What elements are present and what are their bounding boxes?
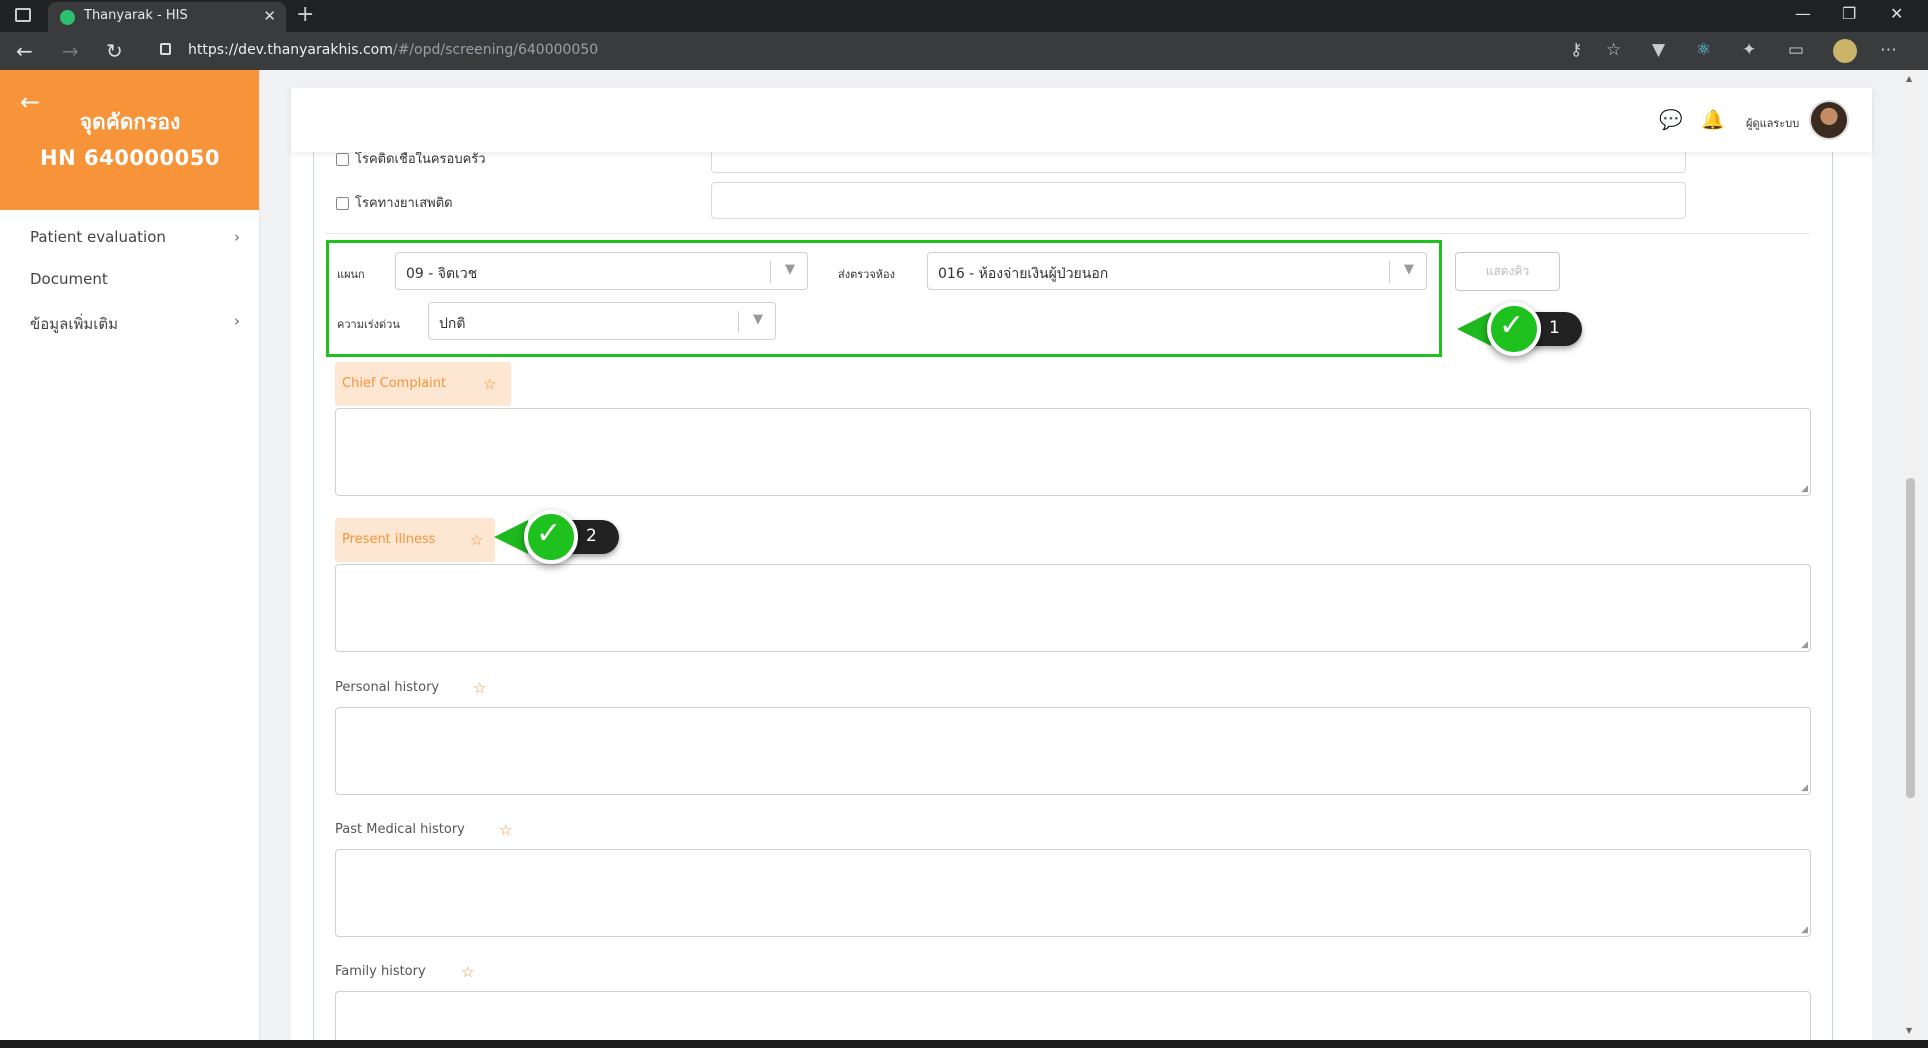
window-close-icon[interactable]: ✕ [1890,4,1903,23]
lock-icon [160,43,171,55]
user-name: ผู้ดูแลระบบ [1746,117,1800,130]
scroll-down-icon[interactable]: ▼ [1906,1026,1912,1035]
chevron-down-icon: ▼ [753,312,763,327]
checkbox-label: โรคติดเชื้อในครอบครัว [355,152,486,167]
department-value: 09 - จิตเวช [406,266,478,282]
url-text: https://dev.thanyarakhis.com/#/opd/scree… [188,42,599,58]
room-value: 016 - ห้องจ่ายเงินผู้ป่วยนอก [938,266,1109,282]
personal-history-label: Personal history ☆ [335,666,535,710]
profile-avatar[interactable] [1833,39,1857,63]
chevron-down-icon: ▼ [785,262,795,277]
resize-grip-icon[interactable]: ◢ [1801,484,1808,494]
past-medical-history-textarea[interactable]: ◢ [335,849,1811,937]
star-icon[interactable]: ☆ [483,362,496,406]
checkbox-label: โรคทางยาเสพติด [355,196,453,211]
scroll-up-icon[interactable]: ▲ [1906,74,1912,83]
new-tab-icon[interactable]: + [296,2,314,27]
department-label: แผนก [337,268,365,281]
extensions-icon[interactable]: ✦ [1742,40,1756,60]
forward-icon[interactable]: → [62,39,79,63]
step-callout-2: ✓ 2 [494,510,624,564]
collections-icon[interactable]: ▭ [1788,40,1804,60]
favorites-icon[interactable]: ☆ [1606,40,1621,60]
tab-title: Thanyarak - HIS [84,8,188,23]
os-taskbar [0,1040,1928,1048]
room-select[interactable]: 016 - ห้องจ่ายเงินผู้ป่วยนอก ▼ [927,252,1427,290]
chat-icon[interactable]: 💬 [1659,108,1683,131]
back-icon[interactable]: ← [16,39,33,63]
resize-grip-icon[interactable]: ◢ [1801,783,1808,793]
patient-hn: HN 640000050 [40,146,220,170]
star-icon[interactable]: ☆ [499,808,512,852]
family-history-label: Family history ☆ [335,950,535,994]
page-title: จุดคัดกรอง [79,110,181,134]
personal-history-textarea[interactable]: ◢ [335,707,1811,795]
sidebar-header: ← จุดคัดกรอง HN 640000050 [0,70,259,210]
sidebar-item-label: Patient evaluation [30,228,166,246]
react-devtools-icon[interactable]: ⚛ [1696,40,1711,60]
show-queue-button[interactable]: แสดงคิว [1455,252,1560,291]
callout-number: 2 [586,526,597,546]
checkbox[interactable] [336,197,349,210]
chevron-right-icon: › [234,228,240,246]
more-menu-icon[interactable]: ⋯ [1880,40,1897,60]
sidebar-item-additional-info[interactable]: ข้อมูลเพิ่มเติม › [30,312,240,336]
star-icon[interactable]: ☆ [470,518,483,562]
app-sidebar: ← จุดคัดกรอง HN 640000050 Patient evalua… [0,70,260,1040]
scrollbar-thumb[interactable] [1906,478,1915,798]
checkbox[interactable] [336,153,349,166]
family-history-textarea[interactable] [335,991,1811,1040]
browser-tab[interactable]: Thanyarak - HIS ✕ [48,2,286,32]
urgency-select[interactable]: ปกติ ▼ [428,302,776,340]
urgency-value: ปกติ [439,316,466,332]
sidebar-item-label: Document [30,270,108,288]
present-illness-textarea[interactable]: ◢ [335,564,1811,652]
star-icon[interactable]: ☆ [473,666,486,710]
tab-close-icon[interactable]: ✕ [263,7,276,25]
extension-v-icon[interactable]: ▼ [1652,40,1665,60]
chevron-down-icon: ▼ [1404,262,1414,277]
past-medical-history-label: Past Medical history ☆ [335,808,555,852]
resize-grip-icon[interactable]: ◢ [1801,640,1808,650]
site-favicon-icon [60,10,75,25]
sidebar-toggle-icon[interactable] [15,8,31,22]
chief-complaint-textarea[interactable]: ◢ [335,408,1811,496]
callout-number: 1 [1549,318,1560,338]
sidebar-item-label: ข้อมูลเพิ่มเติม [30,315,119,333]
window-minimize-icon[interactable]: — [1795,4,1811,23]
url-field[interactable]: https://dev.thanyarakhis.com/#/opd/scree… [150,37,1640,65]
window-restore-icon[interactable]: ❐ [1842,4,1856,23]
present-illness-label: Present illness ☆ [335,518,495,562]
drug-disease-input[interactable] [711,182,1686,219]
step-callout-1: ✓ 1 [1457,302,1587,356]
sidebar-item-document[interactable]: Document [30,270,240,288]
sidebar-item-patient-evaluation[interactable]: Patient evaluation › [30,228,240,246]
avatar[interactable] [1809,100,1849,140]
divider [325,233,1810,234]
bell-icon[interactable]: 🔔 [1701,108,1725,131]
page-scrollbar[interactable]: ▲ ▼ [1902,70,1919,1040]
chief-complaint-label: Chief Complaint ☆ [335,362,511,406]
star-icon[interactable]: ☆ [461,950,474,994]
department-select[interactable]: 09 - จิตเวช ▼ [395,252,808,290]
checkbox-drug-disease[interactable]: โรคทางยาเสพติด [336,192,453,213]
browser-tab-bar: Thanyarak - HIS ✕ + — ❐ ✕ [0,0,1928,32]
reload-icon[interactable]: ↻ [106,39,123,63]
urgency-label: ความเร่งด่วน [337,318,400,331]
room-label: ส่งตรวจห้อง [838,268,895,281]
top-header: 💬 🔔 ผู้ดูแลระบบ [291,88,1872,152]
chevron-right-icon: › [234,312,240,330]
check-icon: ✓ [536,516,562,551]
key-icon[interactable]: ⚷ [1570,40,1582,60]
browser-address-bar: ← → ↻ https://dev.thanyarakhis.com/#/opd… [0,32,1928,70]
resize-grip-icon[interactable]: ◢ [1801,925,1808,935]
check-icon: ✓ [1499,308,1525,343]
